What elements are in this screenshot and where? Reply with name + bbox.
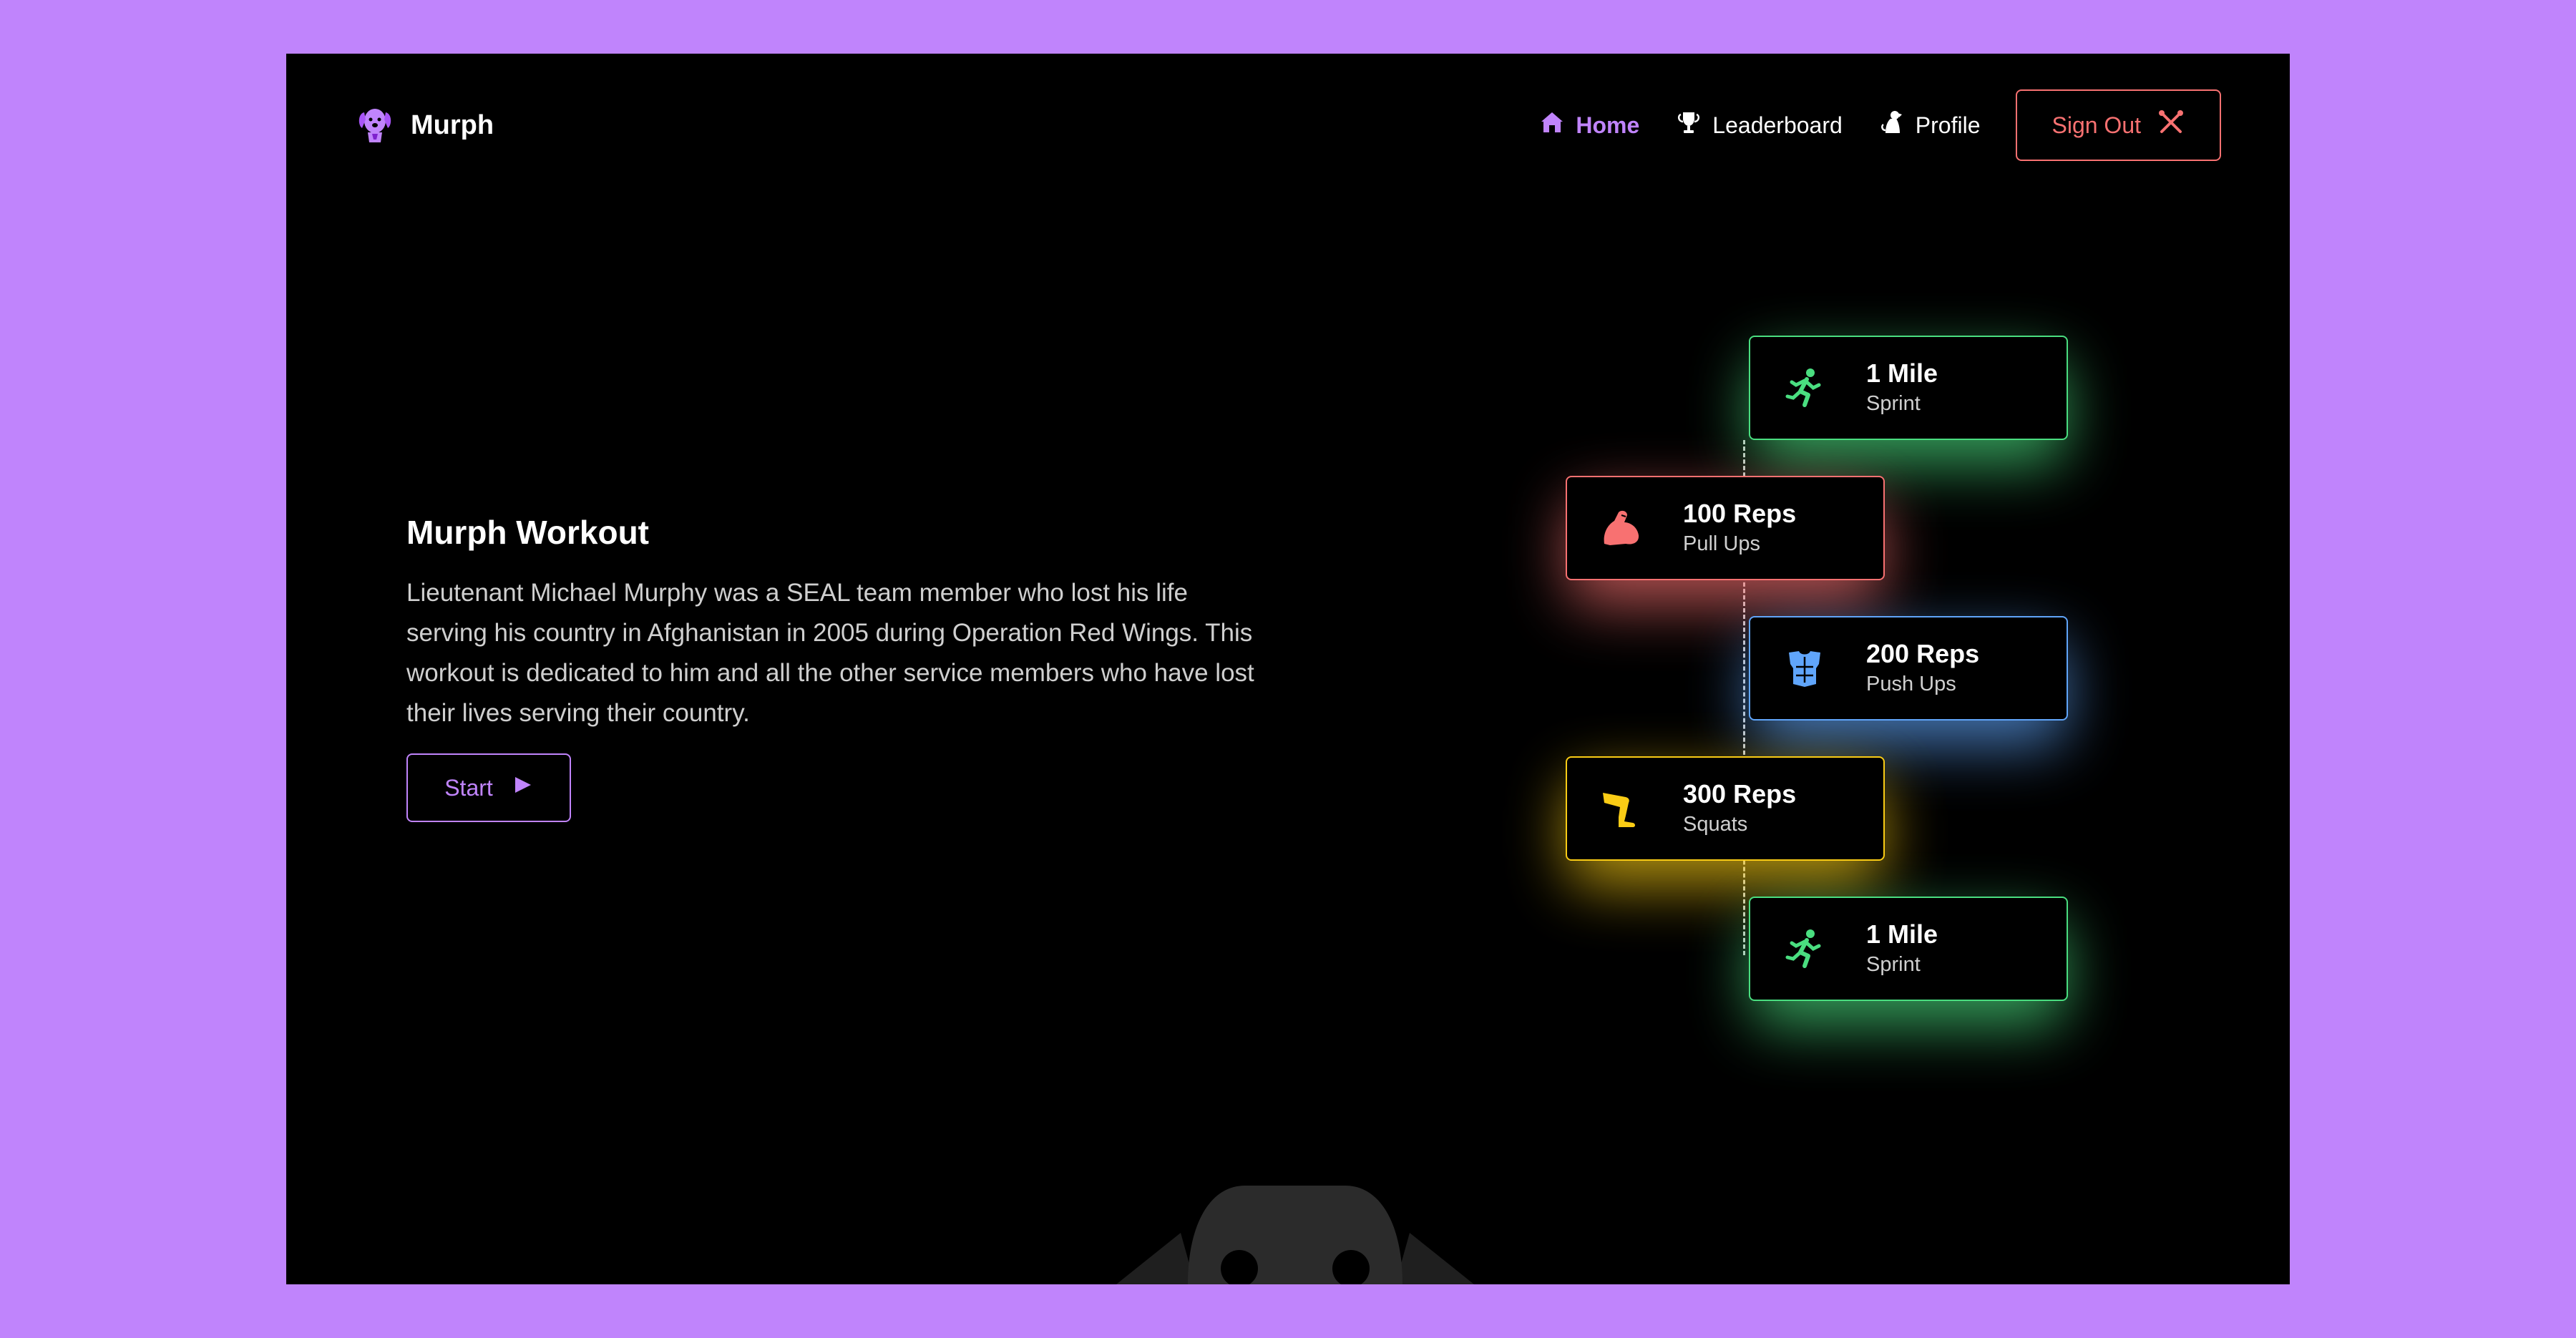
trophy-icon [1675, 109, 1702, 142]
step-subtitle: Pull Ups [1683, 532, 1760, 555]
step-title: 200 Reps [1866, 639, 1980, 668]
nav-item-label: Leaderboard [1712, 112, 1843, 138]
nav-item-profile[interactable]: Profile [1878, 109, 1981, 142]
app-name: Murph [411, 110, 494, 140]
nav-item-home[interactable]: Home [1538, 109, 1639, 142]
dog-watermark-icon [1116, 1183, 1474, 1284]
chest-armor-icon [1783, 647, 1826, 690]
sign-out-label: Sign Out [2051, 112, 2141, 138]
runner-icon [1783, 366, 1826, 409]
sign-out-button[interactable]: Sign Out [2016, 89, 2221, 161]
nav-item-leaderboard[interactable]: Leaderboard [1675, 109, 1843, 142]
step-title: 1 Mile [1866, 358, 1938, 388]
start-button[interactable]: Start [406, 753, 571, 822]
step-title: 300 Reps [1683, 779, 1797, 809]
hero-description: Lieutenant Michael Murphy was a SEAL tea… [406, 579, 1254, 727]
runner-icon [1783, 927, 1826, 970]
nav-item-label: Profile [1915, 112, 1981, 138]
workout-step-1[interactable]: 1 Mile Sprint [1749, 336, 2068, 440]
flexed-bicep-icon [1600, 507, 1643, 550]
main-nav: Home Leaderboard Profile Sign Out [1538, 89, 2221, 161]
workout-step-4[interactable]: 300 Reps Squats [1566, 756, 1885, 861]
workout-step-3[interactable]: 200 Reps Push Ups [1749, 616, 2068, 721]
step-subtitle: Sprint [1866, 392, 1921, 415]
step-title: 100 Reps [1683, 499, 1797, 528]
hero-section: Murph Workout Lieutenant Michael Murphy … [406, 513, 1265, 733]
brand[interactable]: Murph [355, 104, 494, 147]
crossed-tools-icon [2157, 108, 2185, 142]
play-icon [512, 774, 533, 801]
workout-step-5[interactable]: 1 Mile Sprint [1749, 897, 2068, 1001]
nav-item-label: Home [1576, 112, 1640, 138]
step-title: 1 Mile [1866, 919, 1938, 949]
step-subtitle: Sprint [1866, 953, 1921, 976]
step-subtitle: Push Ups [1866, 673, 1956, 695]
leg-icon [1600, 787, 1643, 830]
dog-icon [1878, 109, 1906, 142]
start-label: Start [444, 774, 493, 801]
dog-logo-icon [355, 104, 395, 147]
step-subtitle: Squats [1683, 813, 1748, 836]
workout-step-2[interactable]: 100 Reps Pull Ups [1566, 476, 1885, 580]
page-title: Murph Workout [406, 514, 649, 551]
app-window: Murph Home Leaderboard Profile Sign Out … [286, 54, 2290, 1284]
house-icon [1538, 109, 1566, 142]
